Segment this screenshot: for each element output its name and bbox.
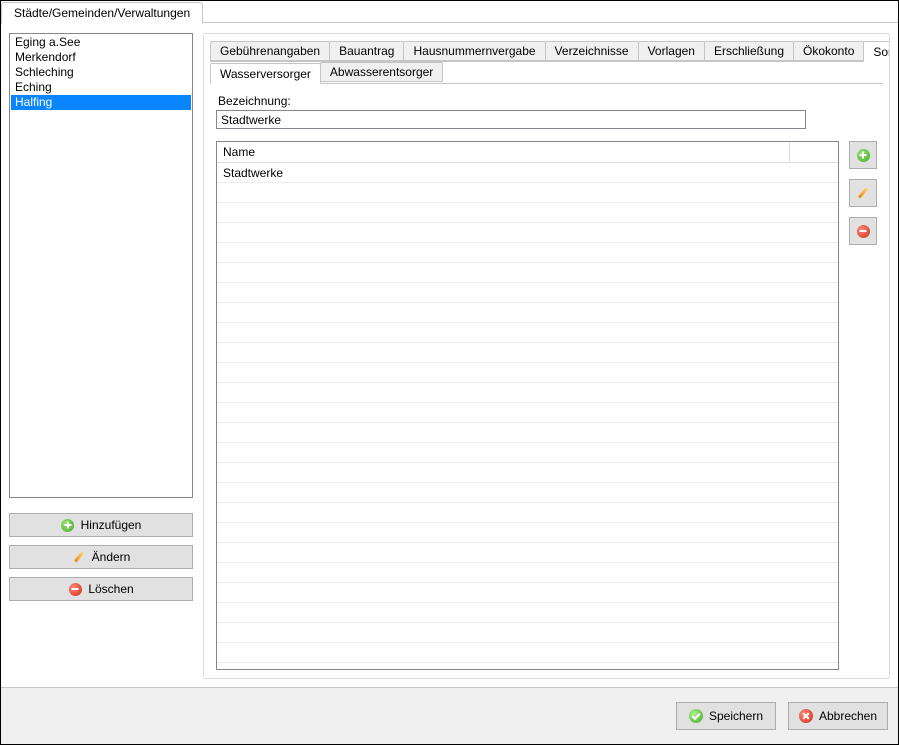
providers-grid[interactable]: Name Stadtwerke [216,141,839,670]
list-item[interactable]: Halfing [11,95,191,110]
grid-header: Name [217,142,838,163]
edit-button[interactable]: Ändern [9,545,193,569]
save-button-label: Speichern [709,709,763,723]
pencil-icon [72,550,86,564]
city-listbox[interactable]: Eging a.SeeMerkendorfSchlechingEchingHal… [9,33,193,498]
bezeichnung-label: Bezeichnung: [216,94,877,108]
main-tab[interactable]: Erschließung [704,41,794,61]
add-button[interactable]: Hinzufügen [9,513,193,537]
footer-bar: Speichern Abbrechen [1,687,898,744]
detail-panel: GebührenangabenBauantragHausnummernverga… [203,33,890,679]
main-tab[interactable]: Bauantrag [329,41,404,61]
list-item[interactable]: Eging a.See [11,35,191,50]
check-icon [689,709,703,723]
sub-tab[interactable]: Abwasserentsorger [320,62,443,82]
main-area: Eging a.SeeMerkendorfSchlechingEchingHal… [1,23,898,687]
main-tab[interactable]: Ökokonto [793,41,864,61]
tab-content: Bezeichnung: Name Stadtwerke [210,84,883,672]
edit-button-label: Ändern [92,550,131,564]
main-tab[interactable]: Sonstiges [863,41,890,62]
left-buttons: Hinzufügen Ändern Löschen [9,513,193,601]
bezeichnung-input[interactable] [216,110,806,129]
table-row[interactable]: Stadtwerke [217,163,838,183]
app-window: Städte/Gemeinden/Verwaltungen Eging a.Se… [0,0,899,745]
grid-delete-button[interactable] [849,217,877,245]
main-tab[interactable]: Gebührenangaben [210,41,330,61]
plus-icon [61,518,75,532]
grid-add-button[interactable] [849,141,877,169]
grid-action-buttons [849,141,877,670]
minus-icon [857,225,870,238]
main-tab[interactable]: Verzeichnisse [545,41,639,61]
grid-header-name[interactable]: Name [217,142,790,162]
delete-button[interactable]: Löschen [9,577,193,601]
grid-area: Name Stadtwerke [216,141,877,670]
outer-tab-cities[interactable]: Städte/Gemeinden/Verwaltungen [1,2,203,24]
cancel-icon [799,709,813,723]
cancel-button[interactable]: Abbrechen [788,702,888,730]
list-item[interactable]: Merkendorf [11,50,191,65]
cancel-button-label: Abbrechen [819,709,877,723]
outer-tab-label: Städte/Gemeinden/Verwaltungen [14,6,190,20]
grid-header-extra[interactable] [790,142,838,162]
delete-button-label: Löschen [88,582,133,596]
add-button-label: Hinzufügen [81,518,142,532]
sub-tab-strip: WasserversorgerAbwasserentsorger [210,62,883,84]
plus-icon [857,149,870,162]
minus-icon [68,582,82,596]
sub-tab[interactable]: Wasserversorger [210,63,321,84]
pencil-icon [856,186,870,200]
grid-edit-button[interactable] [849,179,877,207]
main-tab[interactable]: Vorlagen [638,41,705,61]
list-item[interactable]: Eching [11,80,191,95]
main-tab-strip: GebührenangabenBauantragHausnummernverga… [210,40,883,62]
main-tab[interactable]: Hausnummernvergabe [403,41,545,61]
left-column: Eging a.SeeMerkendorfSchlechingEchingHal… [9,33,193,679]
list-item[interactable]: Schleching [11,65,191,80]
grid-body: Stadtwerke [217,163,838,668]
outer-tab-strip: Städte/Gemeinden/Verwaltungen [1,1,898,23]
save-button[interactable]: Speichern [676,702,776,730]
